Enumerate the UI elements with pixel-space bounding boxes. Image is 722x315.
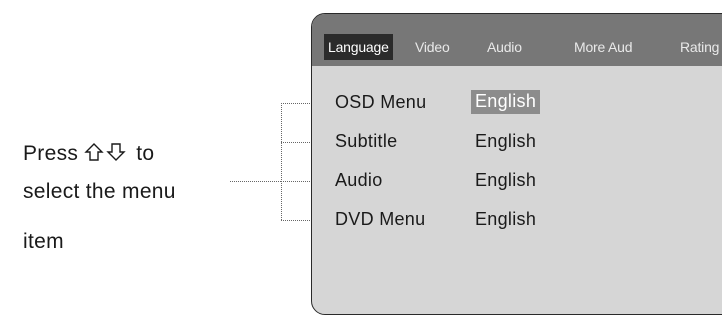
instruction-line-3: item xyxy=(23,230,64,253)
tab-language[interactable]: Language xyxy=(324,34,393,60)
menu-item-dvd-menu[interactable]: DVD Menu xyxy=(335,209,425,230)
menu-value-subtitle[interactable]: English xyxy=(471,131,536,152)
down-arrow-icon xyxy=(106,142,126,168)
instruction-line-2: select the menu xyxy=(23,180,176,203)
menu-item-subtitle[interactable]: Subtitle xyxy=(335,131,397,152)
up-arrow-icon xyxy=(84,142,104,168)
tab-more-audio[interactable]: More Aud xyxy=(574,34,633,60)
instruction-line-1: Press to xyxy=(23,142,154,168)
menu-value-dvd-menu[interactable]: English xyxy=(471,209,536,230)
menu-item-osd-menu[interactable]: OSD Menu xyxy=(335,92,426,113)
instruction-press: Press xyxy=(23,142,79,165)
connector-line xyxy=(230,181,281,182)
osd-setup-window: Language Video Audio More Aud Rating xyxy=(311,13,722,315)
bracket-line xyxy=(281,103,282,220)
menu-value-audio[interactable]: English xyxy=(471,170,536,191)
tab-audio[interactable]: Audio xyxy=(487,34,522,60)
instruction-to: to xyxy=(136,142,155,165)
tab-rating[interactable]: Rating xyxy=(680,34,719,60)
menu-item-audio[interactable]: Audio xyxy=(335,170,383,191)
manual-illustration: Press to select the menu item Language Vi… xyxy=(0,0,722,315)
menu-value-osd-menu[interactable]: English xyxy=(471,90,541,114)
tab-bar: Language Video Audio More Aud Rating xyxy=(312,14,722,66)
tab-video[interactable]: Video xyxy=(415,34,450,60)
